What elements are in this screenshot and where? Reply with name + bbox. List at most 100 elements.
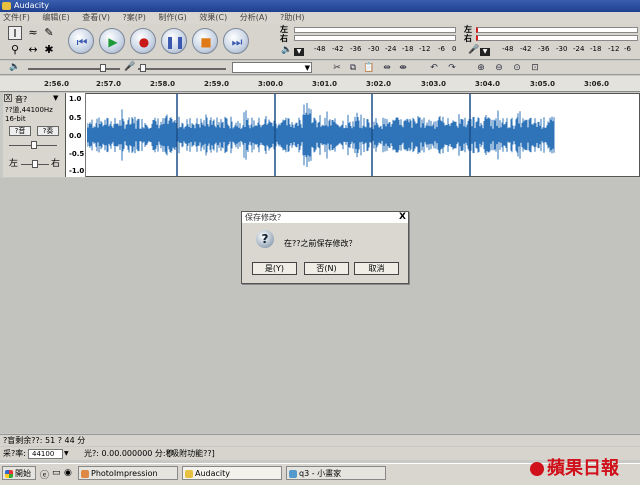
output-volume-slider-thumb[interactable]: [100, 64, 106, 72]
zoom-tool-icon[interactable]: ⚲: [8, 43, 22, 57]
timeshift-tool-icon[interactable]: ↔: [26, 43, 40, 57]
pause-icon: ❚❚: [164, 35, 186, 49]
meter-tick: -48: [502, 45, 514, 53]
menu-help[interactable]: ?助(H): [280, 13, 305, 22]
input-source-select[interactable]: ▼: [232, 62, 312, 73]
menu-analyze[interactable]: 分析(A): [240, 13, 268, 22]
meter-tick: -12: [608, 45, 620, 53]
menu-view[interactable]: 查看(V): [82, 13, 110, 22]
taskbar-item-paint[interactable]: q3 - 小畫家: [286, 466, 386, 480]
meter-tick: -24: [385, 45, 397, 53]
track-name[interactable]: 音?: [15, 94, 27, 105]
meter-right-bar: [294, 35, 456, 41]
skip-to-start-button[interactable]: ⏮: [68, 28, 94, 54]
waveform[interactable]: [87, 94, 557, 176]
quicklaunch-media-icon[interactable]: ◉: [64, 468, 72, 478]
menu-generate[interactable]: 制作(G): [158, 13, 186, 22]
dialog-close-button[interactable]: X: [399, 212, 406, 223]
gain-slider-thumb[interactable]: [31, 141, 37, 149]
rate-label: 采?率:: [3, 449, 26, 458]
taskbar-item-photoimpression[interactable]: PhotoImpression: [78, 466, 178, 480]
no-button[interactable]: 否(N): [304, 262, 349, 275]
snap-status[interactable]: [吸附功能??]: [168, 447, 215, 460]
input-volume-slider-track[interactable]: [138, 68, 226, 70]
meter-menu-icon[interactable]: ▼: [294, 48, 304, 56]
ruler-label: 2:58.0: [150, 80, 175, 88]
quicklaunch-ie-icon[interactable]: ⓔ: [40, 468, 49, 481]
y-tick-label: -0.5: [69, 150, 85, 158]
meter-tick: -48: [314, 45, 326, 53]
track-control-panel[interactable]: X 音? ▼ ??道,44100Hz 16-bit ?音 ?奏 左 右: [3, 93, 66, 177]
output-volume-icon: 🔈: [9, 62, 21, 72]
track-format: ??道,44100Hz: [5, 106, 53, 114]
skip-start-icon: ⏮: [76, 35, 88, 49]
copy-button[interactable]: ⧉: [346, 62, 360, 74]
redo-button[interactable]: ↷: [445, 62, 459, 74]
output-volume-slider-track[interactable]: [28, 68, 120, 70]
meter-left-bar: [294, 27, 456, 33]
skip-to-end-button[interactable]: ⏭: [223, 28, 249, 54]
audacity-icon: [185, 470, 193, 478]
record-meter[interactable]: 左 右 🎤 ▼ -48 -42 -36 -30 -24 -18 -12 -6: [462, 24, 640, 60]
waveform-lines: [87, 103, 555, 167]
photoimpression-icon: [81, 470, 89, 478]
meter-tick: 0: [452, 45, 457, 53]
play-button[interactable]: ▶: [99, 28, 125, 54]
quicklaunch-desktop-icon[interactable]: ▭: [52, 468, 61, 478]
draw-tool-icon[interactable]: ✎: [42, 26, 56, 40]
input-volume-slider-thumb[interactable]: [140, 64, 146, 72]
ruler-label: 2:59.0: [204, 80, 229, 88]
meter-tick: -24: [573, 45, 585, 53]
selection-tool-icon[interactable]: I: [8, 26, 22, 40]
stop-icon: ■: [200, 35, 212, 49]
window-titlebar: Audacity: [0, 0, 640, 12]
ruler-label: 3:01.0: [312, 80, 337, 88]
project-rate-select[interactable]: 44100: [28, 449, 63, 459]
cut-button[interactable]: ✂: [330, 62, 344, 74]
chevron-down-icon[interactable]: ▼: [64, 449, 72, 459]
undo-button[interactable]: ↶: [427, 62, 441, 74]
menu-effect[interactable]: 效果(C): [199, 13, 227, 22]
menu-edit[interactable]: 编辑(E): [42, 13, 69, 22]
meter-right-bar: [476, 35, 638, 41]
playback-meter[interactable]: 左 右 🔈 ▼ -48 -42 -36 -30 -24 -18 -12 -6 0: [278, 24, 460, 60]
solo-button[interactable]: ?奏: [37, 126, 59, 136]
menu-project[interactable]: ?案(P): [123, 13, 146, 22]
pause-button[interactable]: ❚❚: [161, 28, 187, 54]
meter-left-bar: [476, 27, 638, 33]
chevron-down-icon: ▼: [304, 64, 310, 72]
trim-button[interactable]: ⇹: [380, 62, 394, 74]
microphone-icon: 🎤: [468, 45, 480, 55]
question-icon: ?: [256, 230, 274, 248]
record-button[interactable]: ●: [130, 28, 156, 54]
zoom-out-icon[interactable]: ⊖: [492, 62, 506, 74]
menu-file[interactable]: 文件(F): [3, 13, 30, 22]
meter-tick: -42: [520, 45, 532, 53]
mute-button[interactable]: ?音: [9, 126, 31, 136]
silence-button[interactable]: ⇼: [396, 62, 410, 74]
fit-project-icon[interactable]: ⊡: [528, 62, 542, 74]
pan-slider-thumb[interactable]: [32, 160, 38, 168]
ruler-label: 3:02.0: [366, 80, 391, 88]
yes-button[interactable]: 是(Y): [252, 262, 297, 275]
stop-button[interactable]: ■: [192, 28, 218, 54]
record-icon: ●: [138, 35, 150, 49]
track-menu-dropdown[interactable]: ▼: [53, 94, 58, 102]
paste-button[interactable]: 📋: [362, 62, 376, 74]
window-title: Audacity: [14, 1, 50, 10]
multi-tool-icon[interactable]: ✱: [42, 43, 56, 57]
meter-menu-icon[interactable]: ▼: [480, 48, 490, 56]
meter-right-label: 右: [280, 34, 288, 43]
skip-end-icon: ⏭: [231, 35, 243, 49]
waveform-path: [87, 103, 555, 167]
envelope-tool-icon[interactable]: ≈: [26, 26, 40, 40]
fit-selection-icon[interactable]: ⊙: [510, 62, 524, 74]
dialog-message: 在??之前保存修改？: [284, 239, 357, 248]
track-close-button[interactable]: X: [4, 94, 12, 102]
cancel-button[interactable]: 取消: [354, 262, 399, 275]
start-button[interactable]: 開始: [2, 466, 36, 480]
menu-bar: 文件(F) 编辑(E) 查看(V) ?案(P) 制作(G) 效果(C) 分析(A…: [0, 12, 640, 24]
zoom-in-icon[interactable]: ⊕: [474, 62, 488, 74]
taskbar-item-audacity[interactable]: Audacity: [182, 466, 282, 480]
y-tick-label: 0.0: [69, 132, 82, 140]
